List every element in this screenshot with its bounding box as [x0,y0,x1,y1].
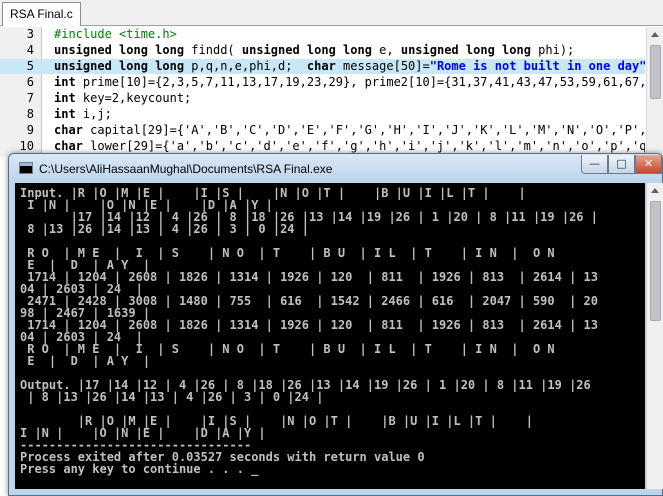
code-line[interactable]: 10 char lower[29]={'a','b','c','d','e','f… [0,139,645,154]
line-number: 4 [26,43,34,57]
code-line[interactable]: 7 int key=2,keycount; [0,91,645,106]
line-number: 10 [19,139,34,153]
console-line: E | D | A Y | [20,354,151,368]
console-app-icon [19,162,33,174]
maximize-button[interactable]: □ [608,155,635,174]
code-line[interactable]: 3 #include <time.h> [0,27,645,42]
console-line: 8 |13 |26 |14 |13 | 4 |26 | 3 | 0 |24 | [20,222,309,236]
code-line[interactable]: 6 int prime[10]={2,3,5,7,11,13,17,19,23,2… [0,75,645,90]
console-window[interactable]: C:\Users\AliHassaanMughal\Documents\RSA … [8,153,663,496]
line-number: 9 [26,123,34,137]
tab-rsa-final[interactable]: RSA Final.c [2,2,81,26]
console-output[interactable]: Input. |R |O |M |E | |I |S | |N |O |T | … [15,183,645,489]
console-title-bar[interactable]: C:\Users\AliHassaanMughal\Documents\RSA … [9,154,662,182]
code-area[interactable]: 3 #include <time.h> 4 unsigned long long fi… [0,27,645,157]
editor-vertical-scrollbar[interactable] [646,27,663,157]
code-text: int prime[10]={2,3,5,7,11,13,17,19,23,29… [54,75,645,89]
editor-tab-bar: RSA Final.c [0,0,663,26]
close-button[interactable]: ✕ [635,155,662,174]
console-scroll-thumb[interactable] [650,201,661,321]
code-line[interactable]: 4 unsigned long long findd( unsigned long… [0,43,645,58]
editor-scroll-thumb[interactable] [650,45,661,99]
scroll-up-arrow-icon[interactable] [651,32,659,37]
console-line: Press any key to continue . . . _ [20,462,259,476]
line-number: 5 [26,59,34,73]
code-text: char capital[29]={'A','B','C','D','E','F… [54,123,645,137]
code-text: #include <time.h> [54,27,177,41]
console-title: C:\Users\AliHassaanMughal\Documents\RSA … [39,162,333,176]
line-number: 7 [26,91,34,105]
code-text: char lower[29]={'a','b','c','d','e','f',… [54,139,645,153]
line-number: 6 [26,75,34,89]
line-number: 8 [26,107,34,121]
code-text: int key=2,keycount; [54,91,192,105]
console-line: | 8 |13 |26 |14 |13 | 4 |26 | 3 | 0 |24 … [20,390,324,404]
code-line[interactable]: 5 unsigned long long p,q,n,e,phi,d; char … [0,59,645,74]
code-line[interactable]: 9 char capital[29]={'A','B','C','D','E','… [0,123,645,138]
code-line[interactable]: 8 int i,j; [0,107,645,122]
code-text: unsigned long long findd( unsigned long … [54,43,575,57]
minimize-button[interactable]: — [581,155,608,174]
console-vertical-scrollbar[interactable] [646,183,663,489]
scroll-up-arrow-icon[interactable] [651,188,659,193]
line-number: 3 [26,27,34,41]
code-text: unsigned long long p,q,n,e,phi,d; char m… [54,59,645,73]
code-text: int i,j; [54,107,112,121]
